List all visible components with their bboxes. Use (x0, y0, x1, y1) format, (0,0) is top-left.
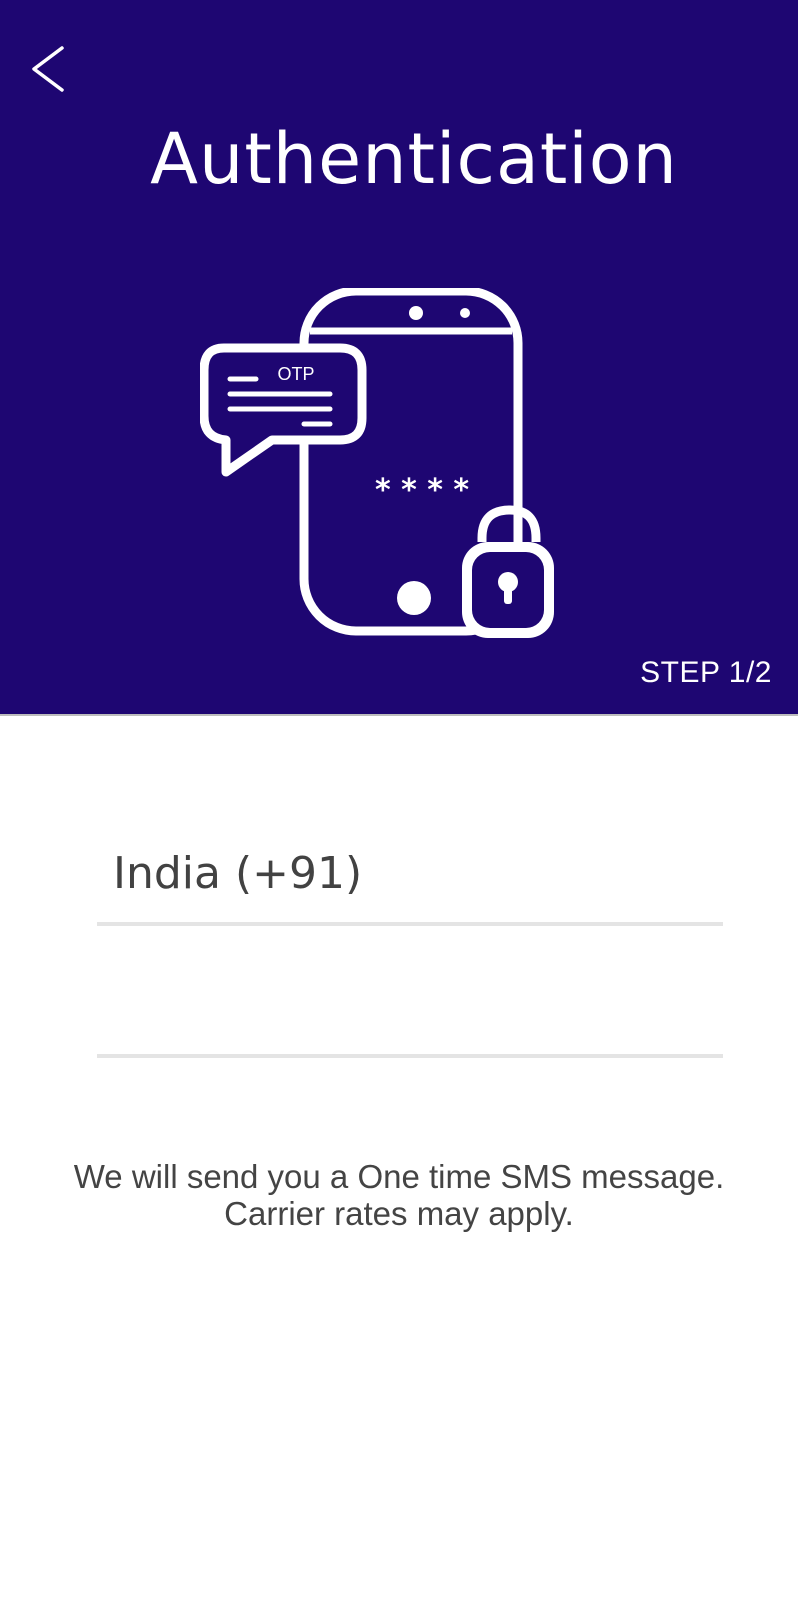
phone-otp-lock-icon: * * * * OTP (200, 288, 554, 638)
step-indicator: STEP 1/2 (640, 656, 772, 689)
country-code-select[interactable]: India (+91) (97, 838, 723, 926)
phone-number-input[interactable] (113, 988, 707, 1046)
header-divider (0, 714, 798, 716)
phone-number-field[interactable] (97, 970, 723, 1058)
page-title: Authentication (150, 118, 678, 200)
country-code-value: India (+91) (113, 848, 363, 899)
sms-info-line-1: We will send you a One time SMS message. (73, 1158, 725, 1195)
header-banner: Authentication * * * * OTP STEP 1/2 (0, 0, 798, 714)
sms-info-line-2: Carrier rates may apply. (224, 1195, 574, 1232)
otp-label: OTP (277, 364, 314, 384)
back-button[interactable] (26, 40, 76, 98)
chevron-left-icon (32, 46, 64, 92)
authentication-screen: Authentication * * * * OTP STEP 1/2 Indi… (0, 0, 798, 1614)
masked-code: * * * * (375, 473, 469, 508)
sms-info-text: We will send you a One time SMS message.… (0, 1158, 798, 1232)
